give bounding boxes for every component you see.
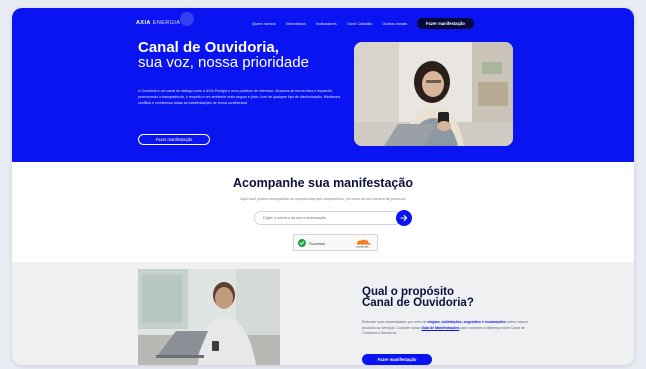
brand-logo[interactable]: AXIA ENERGIA — [136, 20, 180, 26]
hero-subtitle: sua voz, nossa prioridade — [138, 54, 309, 71]
purpose-section: Qual o propósito Canal de Ouvidoria? Ent… — [12, 262, 634, 365]
logo-light-text: ENERGIA — [152, 20, 181, 26]
hero-photo-woman-phone — [354, 42, 513, 146]
arrow-right-icon — [400, 214, 408, 222]
tracking-title-bold: Acompanhe — [233, 176, 305, 190]
guide-link[interactable]: Guia de Manifestações — [421, 326, 459, 330]
hero-photo-illustration — [354, 42, 513, 146]
captcha-widget[interactable]: Success! CLOUDFLARE — [293, 234, 378, 251]
check-icon — [299, 241, 305, 245]
protocol-number-input[interactable] — [254, 211, 402, 225]
protocol-submit-button[interactable] — [396, 210, 412, 226]
hero-title: Canal de Ouvidoria, — [138, 40, 279, 55]
purpose-desc-highlight: elogios, solicitações, sugestões e recla… — [427, 320, 506, 324]
hero-make-report-button[interactable]: Fazer manifestação — [138, 134, 210, 145]
tracking-title-rest: sua manifestação — [304, 176, 413, 190]
nav-cta-button[interactable]: Fazer manifestação — [416, 18, 474, 29]
purpose-photo-man-laptop — [138, 269, 280, 365]
nav-item-outros-canais[interactable]: Outros canais — [382, 21, 407, 26]
purpose-photo-illustration — [138, 269, 280, 365]
purpose-make-report-button[interactable]: Fazer manifestação — [362, 354, 432, 365]
logo-mark-icon — [180, 12, 194, 26]
page-frame: AXIA ENERGIA Quem somos Normativos Indic… — [12, 8, 634, 365]
captcha-success-check-icon — [298, 239, 306, 247]
hero-section: AXIA ENERGIA Quem somos Normativos Indic… — [12, 8, 634, 162]
purpose-title-line2: Canal de Ouvidoria? — [362, 297, 474, 309]
purpose-description: Entender suas necessidades por meio de e… — [362, 320, 530, 337]
cloudflare-brand-text: CLOUDFLARE — [355, 246, 369, 249]
nav-item-ouvir-cidadao[interactable]: Ouvir Cidadão — [347, 21, 373, 26]
cloudflare-logo-icon: CLOUDFLARE — [355, 239, 371, 249]
hero-description: A Ouvidoria é um canal de diálogo entre … — [138, 89, 341, 105]
captcha-status-label: Success! — [309, 240, 326, 246]
logo-bold-text: AXIA — [136, 20, 151, 26]
purpose-title-punct: ? — [466, 297, 474, 309]
tracking-title: Acompanhe sua manifestação — [12, 176, 634, 190]
nav-item-normativos[interactable]: Normativos — [286, 21, 306, 26]
tracking-description: Aqui você poderá acompanhar as experiênc… — [240, 197, 406, 201]
nav-item-indicadores[interactable]: Indicadores — [316, 21, 337, 26]
purpose-title-bold: Canal de Ouvidoria — [362, 297, 467, 309]
nav-item-quem-somos[interactable]: Quem somos — [252, 21, 276, 26]
purpose-desc-part1: Entender suas necessidades por meio de — [362, 320, 428, 324]
top-nav: Quem somos Normativos Indicadores Ouvir … — [252, 18, 474, 29]
